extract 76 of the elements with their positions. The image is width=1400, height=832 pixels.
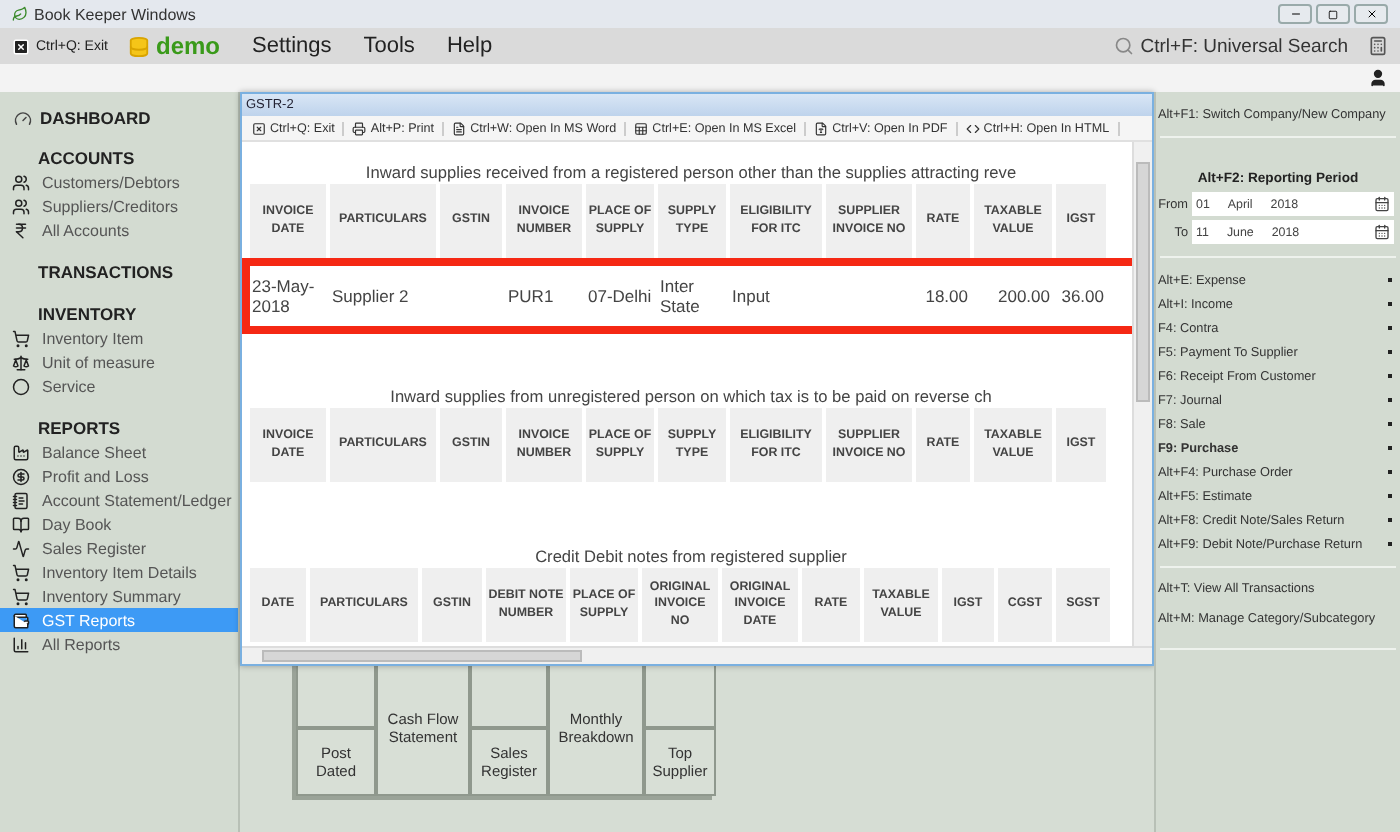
section-title: Inward supplies from unregistered person on which tax is to be paid on reverse ch [388, 386, 994, 408]
table-cell-text: 07-Delhi [586, 283, 654, 310]
table-cell-text: PUR1 [506, 283, 556, 310]
table-cell-text: 23-May-2018 [250, 273, 317, 320]
table-cell-text: 200.00 [996, 283, 1052, 310]
app-logo-icon [12, 6, 28, 22]
report-tile[interactable] [644, 660, 716, 728]
sidebar-item[interactable]: All Reports [0, 632, 238, 656]
section-heading: REPORTS [36, 418, 123, 438]
maximize-icon [1328, 9, 1338, 19]
database-icon [127, 35, 150, 57]
maximize-button[interactable] [1316, 4, 1350, 24]
code-icon [965, 121, 980, 135]
close-icon [252, 121, 266, 135]
sidebar-item[interactable]: Balance Sheet [0, 440, 238, 464]
sidebar-item[interactable]: Service [0, 374, 238, 398]
section-heading: ACCOUNTS [36, 148, 137, 168]
horizontal-scrollbar[interactable] [242, 646, 1152, 664]
calendar-icon[interactable] [1374, 196, 1390, 212]
people-icon [12, 173, 30, 191]
sidebar-item[interactable]: Sales Register [0, 536, 238, 560]
scale-icon [12, 353, 30, 371]
bar-chart-icon [12, 635, 30, 653]
table-cell-text: 36.00 [1059, 283, 1106, 310]
table-cell-text: Inter State [658, 273, 702, 320]
calendar-icon[interactable] [1374, 224, 1390, 240]
dashboard-link[interactable]: DASHBOARD [40, 108, 151, 128]
section-heading: INVENTORY [36, 304, 139, 324]
section-heading: TRANSACTIONS [36, 262, 176, 282]
cart-icon [12, 329, 30, 347]
sidebar-item[interactable]: Customers/Debtors [0, 170, 238, 194]
book-icon [12, 515, 30, 533]
sidebar-item[interactable]: Unit of measure [0, 350, 238, 374]
wallet-icon [12, 611, 30, 629]
notebook-icon [12, 491, 30, 509]
coin-icon [12, 467, 30, 485]
user-icon[interactable] [1368, 68, 1388, 88]
cart-icon [12, 587, 30, 605]
section-title: Inward supplies received from a registered person other than the supplies attracting reve [363, 162, 1019, 184]
calculator-icon[interactable] [1368, 36, 1388, 56]
window-title: Book Keeper Windows [34, 5, 196, 23]
factory-icon [12, 443, 30, 461]
document-icon [452, 121, 467, 135]
menu-item[interactable]: Settings [252, 34, 332, 58]
sidebar-item[interactable]: Suppliers/Creditors [0, 194, 238, 218]
sidebar-item[interactable]: Inventory Item Details [0, 560, 238, 584]
minimize-button[interactable] [1278, 4, 1312, 24]
minimize-icon [1289, 8, 1301, 20]
wave-icon [12, 539, 30, 557]
table-cell-text: Input [730, 283, 772, 310]
gauge-icon [14, 109, 32, 127]
vertical-scrollbar[interactable] [1132, 142, 1152, 646]
sidebar-item[interactable]: All Accounts [0, 218, 238, 242]
menu-item[interactable]: Tools [363, 34, 415, 58]
sidebar-item[interactable]: Day Book [0, 512, 238, 536]
sidebar-item[interactable]: Account Statement/Ledger [0, 488, 238, 512]
close-icon [1365, 8, 1377, 20]
people-icon [12, 197, 30, 215]
file-icon [814, 121, 829, 135]
printer-icon [352, 121, 367, 135]
menu-item[interactable]: Help [446, 34, 493, 58]
universal-search-button[interactable]: Ctrl+F: Universal Search [1114, 35, 1348, 57]
report-tile[interactable] [296, 660, 376, 728]
sidebar-item[interactable]: Inventory Summary [0, 584, 238, 608]
circle-icon [12, 377, 30, 395]
search-icon [1114, 36, 1135, 56]
sidebar-item[interactable]: Inventory Item [0, 326, 238, 350]
close-icon [12, 37, 30, 55]
spreadsheet-icon [634, 121, 649, 135]
table-cell-text: 18.00 [923, 283, 970, 310]
report-tile[interactable] [470, 660, 548, 728]
table-cell-text: Supplier 2 [330, 283, 411, 310]
sidebar-item[interactable]: Profit and Loss [0, 464, 238, 488]
cart-icon [12, 563, 30, 581]
section-title: Credit Debit notes from registered supplier [533, 546, 849, 568]
rupee-icon [12, 221, 30, 239]
